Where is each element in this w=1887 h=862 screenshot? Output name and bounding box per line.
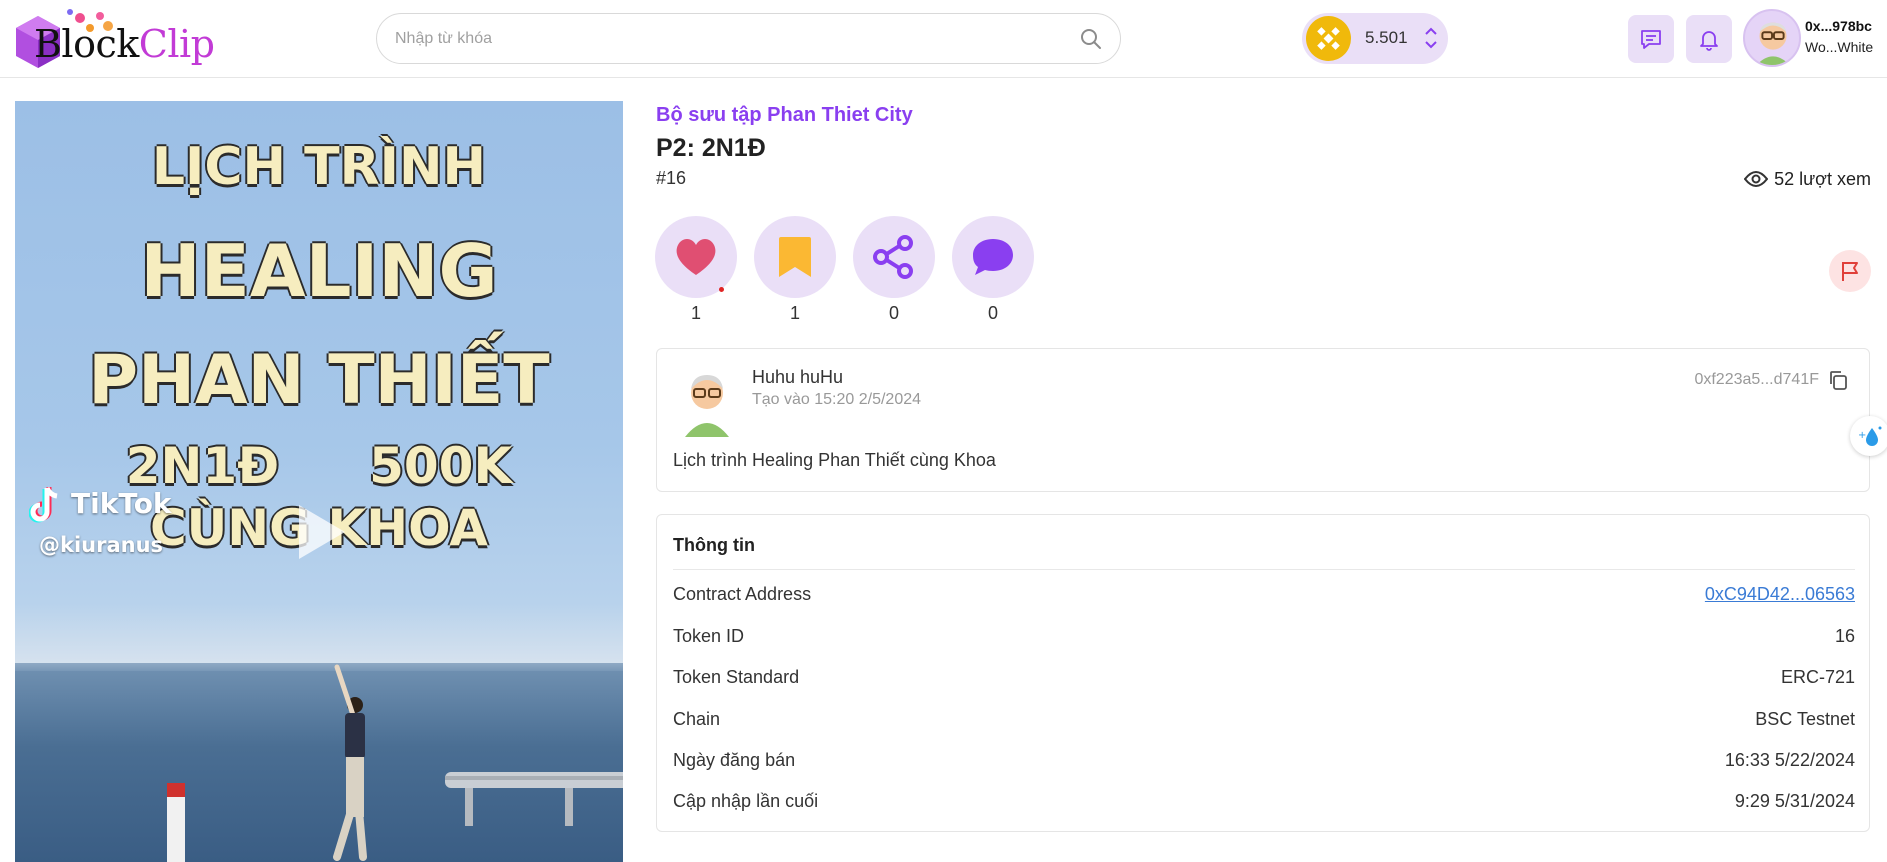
- comment-count: 0: [987, 303, 998, 323]
- tiktok-label: TikTok: [71, 487, 172, 520]
- bookmark-icon: [779, 237, 811, 277]
- info-label: Contract Address: [673, 584, 812, 604]
- eye-icon: [1744, 171, 1769, 188]
- wallet-balance[interactable]: 5.501: [1302, 13, 1448, 64]
- messages-button[interactable]: [1628, 15, 1674, 63]
- info-value: ERC-721: [1780, 667, 1855, 687]
- person-image: [333, 664, 367, 861]
- overlay-line-1: LỊCH TRÌNH: [151, 137, 487, 197]
- view-count: 52 lượt xem: [1744, 168, 1871, 190]
- info-value: 9:29 5/31/2024: [1734, 791, 1855, 811]
- info-row-last-updated: Cập nhập lần cuối 9:29 5/31/2024: [673, 786, 1855, 816]
- copy-icon[interactable]: [1827, 369, 1849, 391]
- logo-text-black: Blo: [34, 22, 96, 66]
- bookmark-button[interactable]: [754, 216, 836, 298]
- nft-video[interactable]: LỊCH TRÌNH HEALING PHAN THIẾT 2N1Đ 500K C…: [15, 101, 623, 862]
- search-input[interactable]: [395, 24, 1035, 54]
- divider: [673, 569, 1855, 570]
- tiktok-username: @kiuranus: [39, 533, 164, 557]
- logo-text-pink: Clip: [138, 22, 215, 66]
- info-value: 16: [1834, 626, 1855, 646]
- save-count: 1: [789, 303, 800, 323]
- tiktok-watermark: TikTok @kiuranus: [29, 485, 189, 585]
- comment-button[interactable]: [952, 216, 1034, 298]
- post-description: Lịch trình Healing Phan Thiết cùng Khoa: [673, 450, 996, 470]
- info-row-contract: Contract Address 0xC94D42...06563: [673, 579, 1855, 609]
- water-drop-icon: +: [1858, 426, 1882, 446]
- info-label: Token Standard: [673, 667, 800, 687]
- liked-indicator: [719, 287, 724, 292]
- report-button[interactable]: [1829, 250, 1871, 292]
- logo-text-black-2: ck: [95, 22, 139, 66]
- info-row-token-id: Token ID 16: [673, 621, 1855, 651]
- bnb-icon: [1306, 16, 1351, 61]
- chat-icon: [1641, 30, 1661, 49]
- creator-name[interactable]: Huhu huHu: [752, 367, 843, 388]
- share-action: 0: [853, 216, 935, 324]
- creator-post-card: Huhu huHu Tạo vào 15:20 2/5/2024 0xf223a…: [656, 348, 1870, 492]
- overlay-line-3: PHAN THIẾT: [88, 341, 550, 420]
- faucet-button[interactable]: +: [1850, 416, 1887, 456]
- user-address: 0x...978bc: [1805, 18, 1872, 34]
- notifications-button[interactable]: [1686, 15, 1732, 63]
- token-number: #16: [656, 168, 687, 188]
- user-profile-menu[interactable]: 0x...978bc Wo...White: [1743, 9, 1887, 69]
- comment-icon: [973, 239, 1013, 275]
- heart-icon: [676, 239, 716, 275]
- comment-action: 0: [952, 216, 1034, 324]
- info-label: Token ID: [673, 626, 745, 646]
- avatar: [1743, 9, 1801, 67]
- like-button[interactable]: [655, 216, 737, 298]
- search-bar: [376, 13, 1121, 64]
- blockclip-logo[interactable]: BlockClip: [14, 8, 215, 70]
- overlay-line-2: HEALING: [140, 229, 498, 313]
- top-header: BlockClip 5.501: [0, 0, 1887, 78]
- info-label: Ngày đăng bán: [673, 750, 796, 770]
- info-value: BSC Testnet: [1755, 709, 1855, 729]
- creator-avatar[interactable]: [679, 367, 735, 437]
- search-icon[interactable]: [1080, 28, 1102, 50]
- nft-title: P2: 2N1Đ: [656, 134, 766, 162]
- token-info-card: Thông tin Contract Address 0xC94D42...06…: [656, 514, 1870, 832]
- user-name: Wo...White: [1805, 39, 1874, 55]
- info-label: Cập nhập lần cuối: [673, 791, 819, 811]
- save-action: 1: [754, 216, 836, 324]
- flag-icon: [1842, 262, 1858, 281]
- info-value: 16:33 5/22/2024: [1724, 750, 1855, 770]
- created-date: Tạo vào 15:20 2/5/2024: [752, 391, 922, 408]
- info-row-listed-date: Ngày đăng bán 16:33 5/22/2024: [673, 745, 1855, 775]
- share-button[interactable]: [853, 216, 935, 298]
- collection-link[interactable]: Bộ sưu tập Phan Thiet City: [656, 104, 913, 127]
- like-count: 1: [690, 303, 701, 323]
- road-marker-image: [167, 783, 185, 862]
- balance-value: 5.501: [1365, 28, 1408, 47]
- bell-icon: [1700, 31, 1718, 51]
- contract-address-link[interactable]: 0xC94D42...06563: [1705, 584, 1855, 605]
- view-count-text: 52 lượt xem: [1774, 168, 1871, 189]
- guard-rail-image: [445, 772, 623, 826]
- creator-wallet-address: 0xf223a5...d741F: [1694, 371, 1819, 388]
- overlay-price: 500K: [369, 437, 513, 495]
- info-row-token-standard: Token Standard ERC-721: [673, 662, 1855, 692]
- svg-text:+: +: [1858, 430, 1866, 441]
- info-title: Thông tin: [673, 535, 755, 555]
- like-action: 1: [655, 216, 737, 324]
- chevron-updown-icon[interactable]: [1424, 25, 1438, 51]
- share-icon: [873, 235, 913, 279]
- info-label: Chain: [673, 709, 721, 729]
- tiktok-logo-icon: [29, 486, 58, 523]
- share-count: 0: [888, 303, 899, 323]
- info-row-chain: Chain BSC Testnet: [673, 704, 1855, 734]
- play-icon[interactable]: [293, 501, 349, 563]
